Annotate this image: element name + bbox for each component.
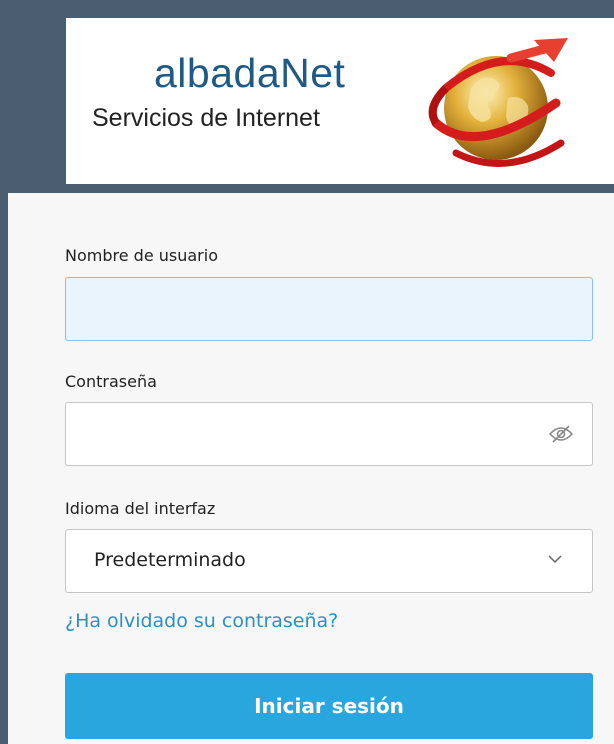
forgot-password-link[interactable]: ¿Ha olvidado su contraseña? — [65, 610, 338, 632]
logo-banner: albadaNet Servicios de Internet — [66, 18, 614, 184]
brand-name: albadaNet — [154, 50, 346, 96]
chevron-down-icon — [548, 555, 562, 564]
password-label: Contraseña — [65, 372, 157, 391]
eye-slash-icon[interactable] — [548, 423, 574, 445]
login-form: Nombre de usuario Contraseña Idioma del … — [0, 193, 614, 744]
password-field[interactable] — [65, 402, 593, 466]
language-selected-value: Predeterminado — [94, 549, 246, 571]
username-label: Nombre de usuario — [65, 246, 218, 265]
header: albadaNet Servicios de Internet — [8, 0, 614, 193]
username-field[interactable] — [65, 277, 593, 341]
brand-tagline: Servicios de Internet — [92, 104, 320, 132]
language-label: Idioma del interfaz — [65, 499, 216, 518]
login-button[interactable]: Iniciar sesión — [65, 673, 593, 739]
globe-swirl-icon — [428, 38, 568, 167]
language-select[interactable]: Predeterminado — [65, 529, 593, 593]
